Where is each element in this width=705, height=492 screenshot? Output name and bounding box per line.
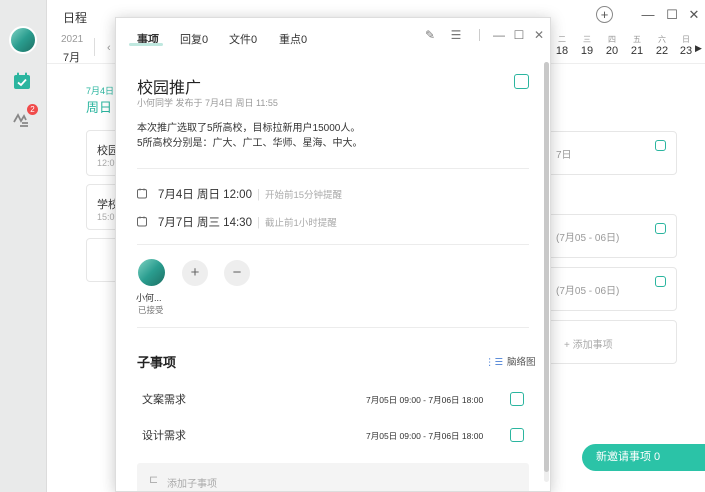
tab-files[interactable]: 文件0	[229, 31, 257, 47]
day-cell[interactable]: 五 21	[625, 36, 649, 58]
day-cell[interactable]: 六 22	[650, 36, 674, 58]
subtask-date: 7月05日 09:00 - 7月06日 18:00	[366, 395, 484, 405]
user-avatar[interactable]	[9, 26, 37, 54]
add-icon[interactable]: +	[596, 6, 613, 23]
event-detail-dialog: 事项 回复0 文件0 重点0 ✎ ☰ — ☐ ✕ 校园推广 小何同学 发布于 7…	[115, 17, 551, 492]
day-cell[interactable]: 四 20	[600, 36, 624, 58]
end-time-row[interactable]: 7月7日 周三 14:30 | 截止前1小时提醒	[137, 214, 337, 230]
clock-calendar-icon	[137, 216, 147, 227]
participant-name: 小何...	[136, 293, 162, 303]
add-subtask-icon: ⊏	[149, 474, 159, 486]
start-time-row[interactable]: 7月4日 周日 12:00 | 开始前15分钟提醒	[137, 186, 342, 202]
day-cell[interactable]: 三 19	[575, 36, 599, 58]
event-checkbox[interactable]	[655, 276, 666, 287]
month-label[interactable]: 7月	[63, 49, 80, 65]
mindmap-icon: ⋮☰	[485, 357, 504, 368]
participant-status: 已接受	[138, 305, 164, 315]
menu-icon[interactable]: ☰	[449, 28, 463, 42]
new-invite-button[interactable]: 新邀请事项 0	[582, 444, 705, 471]
subtask-checkbox[interactable]	[510, 428, 524, 442]
close-icon[interactable]: ✕	[532, 28, 546, 42]
minimize-icon[interactable]: —	[492, 28, 506, 42]
minimize-icon[interactable]: —	[639, 6, 657, 24]
close-icon[interactable]: ✕	[685, 6, 703, 24]
subtask-name[interactable]: 设计需求	[142, 427, 186, 443]
subtask-date: 7月05日 09:00 - 7月06日 18:00	[366, 431, 484, 441]
left-rail: 2	[0, 0, 47, 492]
detail-tabs: 事项 回复0 文件0 重点0 ✎ ☰ — ☐ ✕	[116, 18, 550, 56]
event-complete-checkbox[interactable]	[514, 74, 529, 89]
selected-date-small: 7月4日	[86, 86, 115, 96]
subtask-name[interactable]: 文案需求	[142, 391, 186, 407]
tab-replies[interactable]: 回复0	[180, 31, 208, 47]
event-description: 本次推广选取了5所高校，目标拉新用户15000人。 5所高校分别是：广大、广工、…	[137, 123, 363, 149]
scrollbar-thumb[interactable]	[544, 62, 549, 472]
participant-avatar[interactable]	[138, 259, 165, 286]
event-checkbox[interactable]	[655, 223, 666, 234]
add-subtask-input[interactable]: ⊏ 添加子事项	[137, 463, 529, 491]
day-cell[interactable]: 二 18	[550, 36, 574, 58]
add-participant-button[interactable]: +	[182, 260, 208, 286]
selected-weekday: 周日	[86, 100, 113, 115]
event-meta: 小何同学 发布于 7月4日 周日 11:55	[137, 98, 278, 108]
maximize-icon[interactable]: ☐	[512, 28, 526, 42]
maximize-icon[interactable]: ☐	[663, 6, 681, 24]
add-event-button[interactable]: + 添加事项	[547, 320, 677, 364]
calendar-icon[interactable]	[13, 72, 31, 90]
app-title: 日程	[63, 11, 88, 25]
remove-participant-button[interactable]: −	[224, 260, 250, 286]
clock-calendar-icon	[137, 188, 147, 199]
next-arrow-icon[interactable]: ▶	[695, 43, 702, 54]
edit-icon[interactable]: ✎	[423, 28, 437, 42]
mindmap-button[interactable]: ⋮☰ 脑络图	[485, 354, 536, 368]
event-checkbox[interactable]	[655, 140, 666, 151]
event-card[interactable]: (7月05 - 06日)	[547, 267, 677, 311]
tab-highlights[interactable]: 重点0	[279, 31, 307, 47]
prev-arrow-icon[interactable]: ‹	[107, 42, 111, 54]
subtask-checkbox[interactable]	[510, 392, 524, 406]
event-card[interactable]: (7月05 - 06日)	[547, 214, 677, 258]
event-title: 校园推广	[137, 80, 202, 97]
subtasks-heading: 子事项	[137, 355, 177, 370]
notification-badge: 2	[27, 104, 38, 115]
event-card[interactable]: 7日	[547, 131, 677, 175]
active-tab-indicator	[129, 43, 163, 46]
year-label: 2021	[61, 34, 84, 45]
